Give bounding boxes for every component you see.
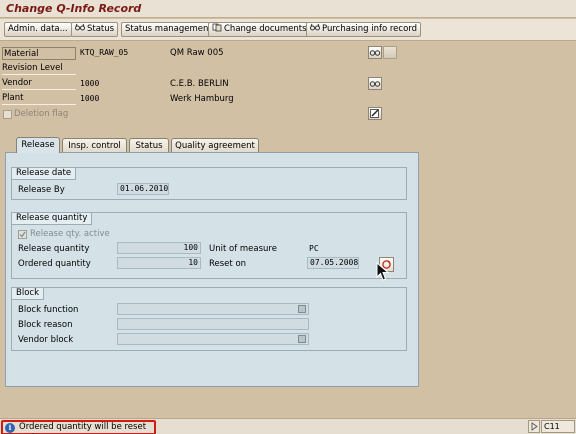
release-quantity-group: Release quantity Release qty. active Rel…: [11, 212, 407, 279]
release-qty-active-checkbox[interactable]: [18, 230, 27, 239]
release-by-label: Release By: [18, 185, 65, 195]
vendor-value: 1000: [80, 79, 100, 88]
material-label: Material: [2, 47, 76, 60]
vendor-label: Vendor: [2, 77, 76, 90]
purchasing-info-record-button[interactable]: Purchasing info record: [306, 22, 422, 37]
block-group: Block Block function Block reason Vendor…: [11, 287, 407, 351]
block-group-title: Block: [12, 288, 44, 300]
plant-value: 1000: [80, 94, 100, 103]
admin-data-label: Admin. data...: [8, 24, 68, 34]
documents-icon: [212, 23, 222, 32]
window-title: Change Q-Info Record: [6, 2, 142, 15]
glasses-icon: [310, 23, 320, 32]
block-function-dropdown[interactable]: [117, 303, 309, 315]
tab-release[interactable]: Release: [16, 137, 60, 153]
release-qty-active-label: Release qty. active: [30, 229, 110, 239]
tab-insp-control[interactable]: Insp. control: [62, 138, 127, 153]
info-icon: i: [5, 423, 15, 433]
unit-of-measure-label: Unit of measure: [209, 244, 277, 254]
edit-icon: [369, 109, 381, 122]
reset-on-label: Reset on: [209, 259, 247, 269]
material-text: QM Raw 005: [170, 48, 224, 58]
triangle-right-icon: [531, 422, 538, 433]
title-bar: Change Q-Info Record: [0, 0, 576, 18]
status-message-text: Ordered quantity will be reset to 0: [19, 422, 147, 434]
release-date-group-title: Release date: [12, 168, 77, 180]
edit-button[interactable]: [368, 107, 382, 120]
block-reason-label: Block reason: [18, 320, 73, 330]
dropdown-icon[interactable]: [298, 305, 306, 313]
material-secondary-button[interactable]: [383, 46, 397, 59]
status-management-label: Status management: [125, 24, 212, 34]
ordered-quantity-label: Ordered quantity: [18, 259, 91, 269]
vendor-text: C.E.B. BERLIN: [170, 79, 229, 89]
unit-of-measure-value: PC: [309, 244, 319, 253]
application-toolbar: Admin. data... Status Status management …: [0, 19, 576, 41]
block-reason-field[interactable]: [117, 318, 309, 330]
tab-status[interactable]: Status: [129, 138, 169, 153]
system-info[interactable]: C11 (1): [541, 420, 575, 434]
status-label: Status: [87, 24, 115, 34]
release-quantity-label: Release quantity: [18, 244, 90, 254]
plant-label: Plant: [2, 92, 76, 105]
display-vendor-button[interactable]: [368, 77, 382, 90]
release-tab-panel: Release date Release By 01.06.2010 Relea…: [5, 152, 419, 387]
release-date-group: Release date Release By 01.06.2010: [11, 167, 407, 200]
change-documents-button[interactable]: Change documents: [208, 22, 311, 37]
change-documents-label: Change documents: [224, 24, 307, 34]
status-bar: i Ordered quantity will be reset to 0 C1…: [0, 418, 576, 434]
material-value: KTQ_RAW_05: [80, 48, 129, 57]
release-quantity-group-title: Release quantity: [12, 213, 93, 225]
block-function-label: Block function: [18, 305, 79, 315]
release-by-field[interactable]: 01.06.2010: [117, 183, 169, 195]
display-material-button[interactable]: [368, 46, 382, 59]
mouse-cursor-icon: [376, 261, 390, 282]
tab-quality-agreement[interactable]: Quality agreement: [171, 138, 259, 153]
dropdown-icon[interactable]: [298, 335, 306, 343]
release-quantity-field[interactable]: 100: [117, 242, 201, 254]
status-message[interactable]: i Ordered quantity will be reset to 0: [1, 420, 156, 434]
tab-release-label: Release: [21, 140, 55, 150]
glasses-icon: [369, 50, 381, 61]
deletion-flag-label: Deletion flag: [14, 109, 69, 119]
tab-status-label: Status: [135, 141, 163, 151]
reset-on-field[interactable]: 07.05.2008: [307, 257, 359, 269]
revision-level-label: Revision Level: [2, 62, 76, 75]
purchasing-info-record-label: Purchasing info record: [322, 24, 418, 34]
status-button[interactable]: Status: [71, 22, 119, 37]
tab-quality-agreement-label: Quality agreement: [175, 141, 255, 151]
vendor-block-dropdown[interactable]: [117, 333, 309, 345]
plant-text: Werk Hamburg: [170, 94, 234, 104]
vendor-block-label: Vendor block: [18, 335, 74, 345]
status-management-button[interactable]: Status management: [121, 22, 216, 37]
glasses-icon: [369, 81, 381, 92]
tab-insp-control-label: Insp. control: [68, 141, 121, 151]
status-bar-toggle[interactable]: [528, 420, 540, 433]
glasses-icon: [75, 23, 85, 32]
ordered-quantity-field[interactable]: 10: [117, 257, 201, 269]
admin-data-button[interactable]: Admin. data...: [4, 22, 72, 37]
deletion-flag-checkbox[interactable]: [3, 110, 12, 119]
